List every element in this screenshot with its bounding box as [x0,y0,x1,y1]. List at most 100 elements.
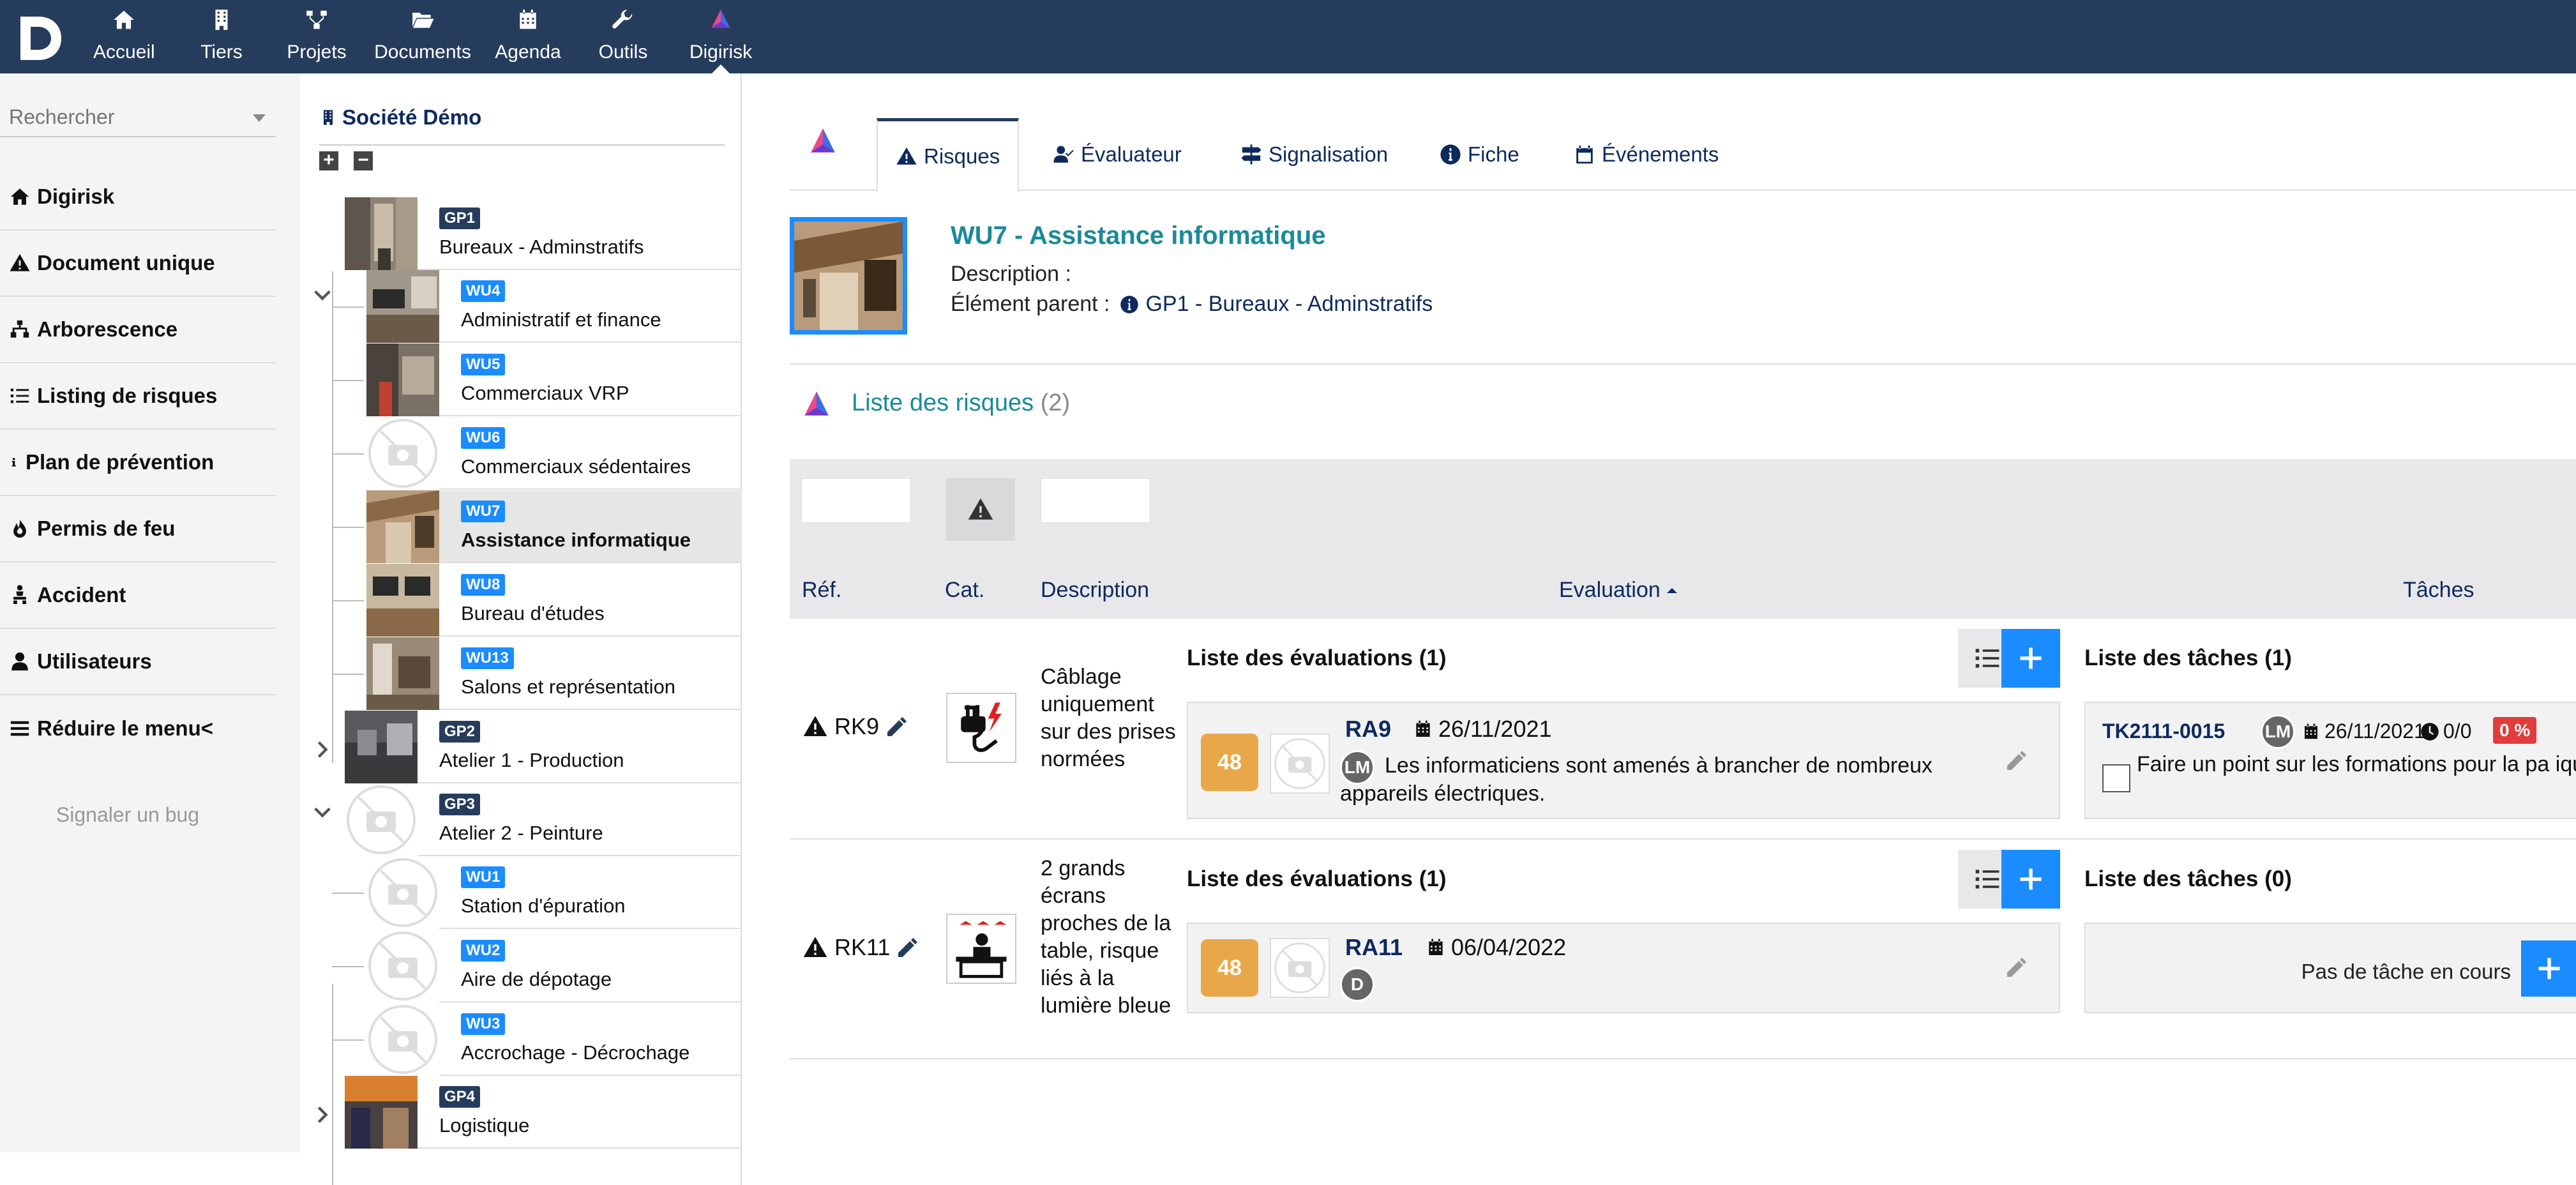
risk-ref[interactable]: RK11 [802,934,927,961]
add-evaluation-button[interactable] [2001,629,2060,688]
nav-tiers[interactable]: Tiers [193,0,250,73]
info-circle-icon [1440,144,1461,165]
tree-node-wu7[interactable]: WU7 Assistance informatique [366,490,742,563]
evaluation-ref[interactable]: RA9 [1345,716,1391,743]
menu-item-accident[interactable]: Accident [0,562,276,629]
tree-node-wu1[interactable]: WU1 Station d'épuration [366,856,742,929]
task-card[interactable]: TK2111-0015 LM 26/11/2021 0/0 0 % Faire … [2084,702,2576,819]
node-ref-badge: GP3 [439,794,481,815]
task-owner-avatar[interactable]: LM [2261,714,2295,749]
workunit-photo [366,343,439,416]
digirisk-logo-icon [711,10,730,28]
menu-item-digirisk[interactable]: Digirisk [0,164,276,230]
pencil-icon[interactable] [2004,748,2030,773]
tree-node-wu5[interactable]: WU5 Commerciaux VRP [366,343,742,416]
menu-item-document-unique[interactable]: Document unique [0,230,276,297]
column-category[interactable]: Cat. [945,578,984,603]
tree-node-wu13[interactable]: WU13 Salons et représentation [366,637,742,710]
column-description[interactable]: Description [1041,578,1149,603]
tab-signalisation[interactable]: Signalisation [1240,118,1388,191]
nav-digirisk[interactable]: Digirisk [686,0,756,73]
warning-icon [896,147,917,165]
tree-connector [332,674,364,675]
menu-item-plan-de-prevention[interactable]: Plan de prévention [0,430,276,496]
tree-society-title[interactable]: Société Démo [319,105,481,130]
search-input[interactable] [0,99,243,135]
evaluator-avatar[interactable]: D [1340,967,1375,1002]
nav-agenda[interactable]: Agenda [494,0,562,73]
task-ref[interactable]: TK2111-0015 [2102,720,2225,743]
chevron-down-icon[interactable] [312,801,333,823]
chevron-down-icon[interactable] [312,284,333,306]
risk-ref[interactable]: RK9 [802,713,916,740]
tree-node-gp4[interactable]: GP4 Logistique [345,1076,742,1149]
node-ref-badge: WU8 [461,574,506,596]
risk-row: RK11 2 grands écrans proches de la table… [790,841,2576,1059]
plus-icon [2020,868,2042,890]
column-evaluation[interactable]: Evaluation [1559,578,1680,603]
expand-all-button[interactable]: + [319,151,338,170]
risk-description: Câblage uniquement sur des prises normée… [1041,665,1176,771]
workunit-photo[interactable] [790,217,907,335]
evaluations-title: Liste des évaluations (1) [1187,645,1447,670]
collapse-all-button[interactable]: − [354,151,373,170]
nav-outils[interactable]: Outils [594,0,652,73]
risk-score-badge: 48 [1201,734,1258,791]
workunit-photo [366,270,439,343]
column-tasks[interactable]: Tâches [2403,578,2474,603]
task-time-value: 0/0 [2443,720,2472,743]
node-label: Accrochage - Décrochage [461,1041,690,1064]
sort-asc-icon [1666,587,1677,593]
add-task-button[interactable] [2521,940,2576,997]
warning-icon [10,253,30,271]
tree-node-wu6[interactable]: WU6 Commerciaux sédentaires [366,417,742,490]
task-checkbox[interactable] [2102,764,2130,792]
nav-documents[interactable]: Documents [373,0,472,73]
pencil-icon[interactable] [895,935,921,960]
pencil-icon[interactable] [884,714,910,739]
menu-item-listing-de-risques[interactable]: Listing de risques [0,363,276,430]
evaluation-date: 06/04/2022 [1426,934,1566,961]
tree-node-wu3[interactable]: WU3 Accrochage - Décrochage [366,1003,742,1076]
chevron-right-icon[interactable] [312,1104,333,1126]
filter-ref-input[interactable] [801,478,911,523]
tree-connector [332,1039,364,1041]
tab-evaluateur[interactable]: Évaluateur [1053,118,1182,191]
tree-node-wu8[interactable]: WU8 Bureau d'études [366,564,742,637]
nav-label: Documents [374,42,471,63]
nav-accueil[interactable]: Accueil [93,0,155,73]
menu-item-reduire-le-menu[interactable]: Réduire le menu< [0,695,276,762]
person-injured-icon [13,585,26,605]
column-ref[interactable]: Réf. [802,578,841,603]
tree-node-wu4[interactable]: WU4 Administratif et finance [366,270,742,343]
node-label: Commerciaux sédentaires [461,455,691,478]
evaluation-card[interactable]: 48 RA11 06/04/2022 D [1187,923,2060,1013]
evaluation-card[interactable]: 48 RA9 26/11/2021 LM Les informaticiens … [1187,702,2060,819]
tree-node-wu2[interactable]: WU2 Aire de dépotage [366,930,742,1002]
building-icon [215,10,228,30]
tab-fiche[interactable]: Fiche [1440,118,1519,191]
tree-node-gp1[interactable]: GP1 Bureaux - Adminstratifs [345,197,742,270]
nav-projets[interactable]: Projets [283,0,350,73]
tab-label: Risques [924,144,1000,168]
dolibarr-logo-icon[interactable] [9,5,68,69]
filter-description-input[interactable] [1041,478,1150,523]
tab-risques[interactable]: Risques [877,118,1020,192]
menu-item-utilisateurs[interactable]: Utilisateurs [0,629,276,695]
pencil-icon[interactable] [2004,955,2030,980]
tab-evenements[interactable]: Événements [1574,118,1719,191]
evaluation-ref[interactable]: RA11 [1345,934,1403,961]
filter-category-button[interactable] [946,478,1015,541]
menu-item-permis-de-feu[interactable]: Permis de feu [0,496,276,562]
dropdown-caret-icon[interactable] [253,114,266,122]
tree-node-gp2[interactable]: GP2 Atelier 1 - Production [345,711,742,783]
calendar-icon [520,10,536,29]
menu-item-arborescence[interactable]: Arborescence [0,297,276,363]
filter-bar [790,459,2576,555]
plus-icon [2538,958,2560,979]
tree-node-gp3[interactable]: GP3 Atelier 2 - Peinture [345,783,742,856]
add-evaluation-button[interactable] [2001,850,2060,909]
chevron-right-icon[interactable] [312,739,333,760]
report-bug-link[interactable]: Signaler un bug [0,803,255,827]
parent-link[interactable]: GP1 - Bureaux - Adminstratifs [1120,292,1433,317]
